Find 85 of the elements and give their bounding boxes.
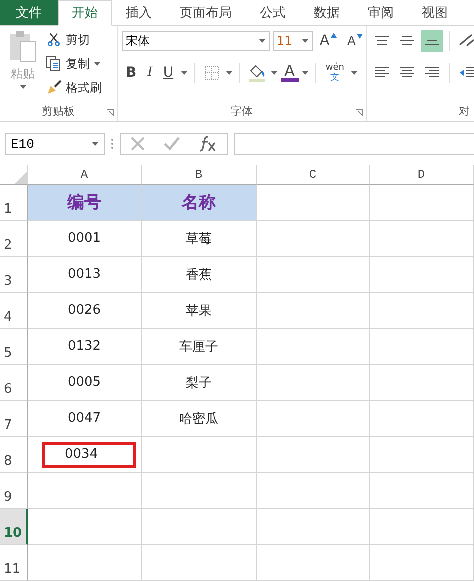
group-label: 剪贴板 — [42, 104, 75, 120]
header-cell: 编号 — [28, 185, 142, 221]
row-header[interactable]: 11 — [0, 545, 28, 581]
cut-button[interactable]: 剪切 — [46, 30, 102, 50]
row-header[interactable]: 6 — [0, 365, 28, 401]
caret-icon — [226, 71, 233, 75]
font-name-field[interactable]: 宋体 — [122, 31, 270, 51]
align-middle-icon — [399, 36, 415, 46]
ribbon-tab[interactable]: 审阅 — [354, 0, 408, 25]
table-cell: 香蕉 — [142, 257, 257, 293]
brush-icon — [46, 80, 62, 96]
font-color-button[interactable]: A — [280, 64, 299, 82]
table-cell: 哈密瓜 — [142, 401, 257, 437]
caret-icon — [20, 85, 26, 89]
column-header[interactable]: C — [257, 165, 370, 185]
angled-text-icon — [458, 33, 474, 49]
underline-button[interactable]: U — [159, 65, 178, 81]
ribbon-tab[interactable]: 开始 — [58, 0, 112, 26]
row-header[interactable]: 9 — [0, 473, 28, 509]
table-cell: 草莓 — [142, 221, 257, 257]
group-label: 对 — [459, 104, 471, 120]
caret-icon — [92, 142, 99, 146]
caret-icon — [94, 62, 101, 66]
caret-icon — [302, 39, 309, 43]
column-header[interactable]: D — [370, 165, 474, 185]
copy-button[interactable]: 复制 — [46, 54, 102, 74]
bold-button[interactable]: B — [122, 65, 141, 81]
indent-icon — [459, 67, 474, 79]
bottom-align-button[interactable] — [421, 30, 443, 52]
phonetic-button[interactable]: wén 文 — [322, 63, 348, 83]
align-right-icon — [424, 67, 440, 79]
highlighted-cell: 0034 — [42, 442, 136, 468]
ribbon-tab[interactable]: 公式 — [246, 0, 300, 25]
row-header[interactable]: 2 — [0, 221, 28, 257]
dialog-launcher-icon[interactable] — [356, 109, 363, 116]
align-left-icon — [374, 67, 390, 79]
table-cell: 0013 — [28, 257, 142, 293]
ribbon-tab[interactable]: 视图 — [408, 0, 462, 25]
caret-icon — [351, 71, 358, 75]
caret-icon — [180, 71, 188, 75]
table-cell: 0026 — [28, 293, 142, 329]
table-cell: 0005 — [28, 365, 142, 401]
grip-icon — [111, 138, 114, 150]
align-top-icon — [374, 36, 390, 46]
caret-icon — [259, 39, 266, 43]
paint-bucket-icon — [248, 64, 266, 82]
down-triangle-icon — [356, 34, 363, 39]
row-header[interactable]: 7 — [0, 401, 28, 437]
up-triangle-icon — [330, 33, 337, 38]
scissors-icon — [46, 32, 62, 48]
shrink-font-button[interactable]: A — [344, 34, 366, 48]
copy-icon — [46, 56, 62, 72]
caret-icon — [270, 71, 278, 75]
row-header[interactable]: 4 — [0, 293, 28, 329]
clipboard-icon — [8, 30, 38, 64]
table-cell: 0047 — [28, 401, 142, 437]
group-label: 字体 — [231, 104, 253, 120]
grow-font-button[interactable]: A — [316, 33, 341, 49]
table-cell: 梨子 — [142, 365, 257, 401]
ribbon-tab[interactable]: 页面布局 — [166, 0, 246, 25]
dialog-launcher-icon[interactable] — [107, 109, 114, 116]
format-painter-button[interactable]: 格式刷 — [46, 78, 102, 98]
row-header[interactable]: 3 — [0, 257, 28, 293]
table-cell: 0132 — [28, 329, 142, 365]
file-menu[interactable]: 文件 — [0, 0, 58, 25]
formula-field[interactable] — [234, 133, 474, 155]
italic-button[interactable]: I — [144, 65, 156, 81]
ribbon-tab[interactable]: 插入 — [112, 0, 166, 25]
function-icon[interactable] — [198, 135, 218, 153]
row-header[interactable]: 1 — [0, 185, 28, 221]
header-cell: 名称 — [142, 185, 257, 221]
triangle-icon — [15, 172, 27, 184]
check-icon[interactable] — [162, 136, 181, 152]
name-box[interactable]: E10 — [5, 133, 105, 155]
ribbon-tab[interactable]: 数据 — [300, 0, 354, 25]
row-header[interactable]: 8 — [0, 437, 28, 473]
table-cell: 车厘子 — [142, 329, 257, 365]
table-cell: 0001 — [28, 221, 142, 257]
caret-icon — [302, 71, 309, 75]
row-header[interactable]: 10 — [0, 509, 28, 545]
align-center-icon — [399, 67, 415, 79]
table-cell: 苹果 — [142, 293, 257, 329]
row-header[interactable]: 5 — [0, 329, 28, 365]
font-size-field[interactable]: 11 — [273, 31, 313, 51]
borders-icon — [204, 66, 219, 80]
